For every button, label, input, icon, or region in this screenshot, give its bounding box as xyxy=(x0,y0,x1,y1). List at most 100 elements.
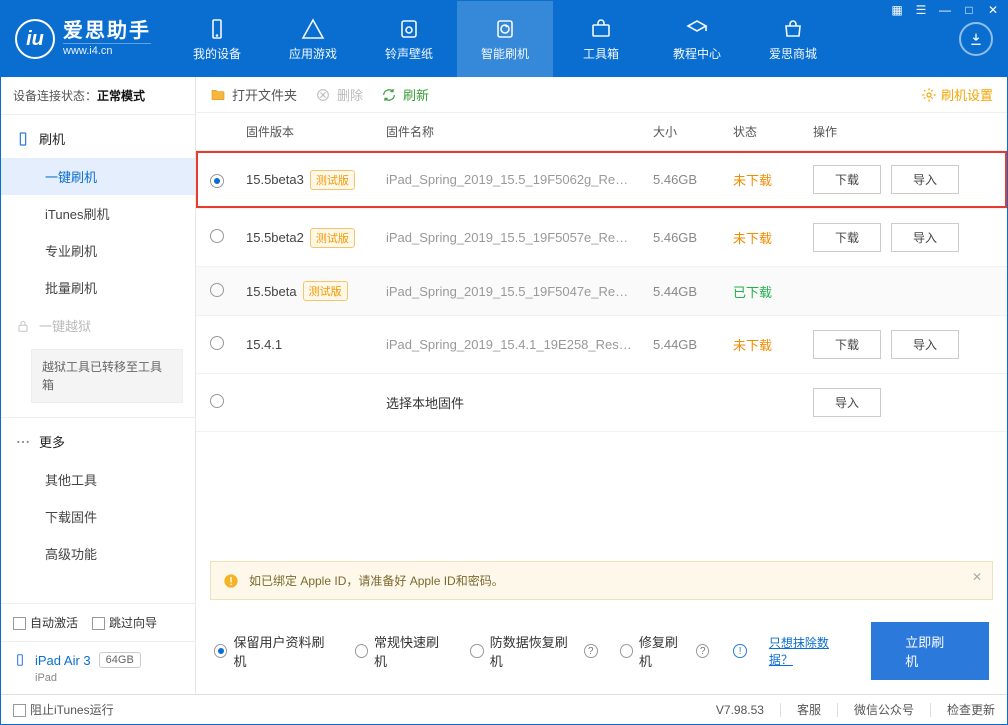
opt-repair[interactable]: 修复刷机? xyxy=(620,632,710,670)
sidebar-item-batch[interactable]: 批量刷机 xyxy=(1,269,195,306)
skip-guide-checkbox[interactable]: 跳过向导 xyxy=(92,614,157,631)
refresh-button[interactable]: 刷新 xyxy=(381,85,429,104)
info-icon[interactable]: ! xyxy=(733,644,746,658)
opt-anti[interactable]: 防数据恢复刷机? xyxy=(470,632,597,670)
nav-flash[interactable]: 智能刷机 xyxy=(457,1,553,77)
col-name: 固件名称 xyxy=(386,123,653,140)
sidebar-item-itunes[interactable]: iTunes刷机 xyxy=(1,195,195,232)
nav-device[interactable]: 我的设备 xyxy=(169,1,265,77)
check-update-link[interactable]: 检查更新 xyxy=(947,701,995,718)
flash-now-button[interactable]: 立即刷机 xyxy=(871,622,989,680)
beta-tag: 测试版 xyxy=(310,228,355,248)
sidebar-item-oneclick[interactable]: 一键刷机 xyxy=(1,158,195,195)
col-version: 固件版本 xyxy=(246,123,386,140)
wechat-link[interactable]: 微信公众号 xyxy=(854,701,914,718)
auto-activate-checkbox[interactable]: 自动激活 xyxy=(13,614,78,631)
col-op: 操作 xyxy=(813,123,993,140)
download-button[interactable]: 下载 xyxy=(813,330,881,359)
firmware-size: 5.46GB xyxy=(653,230,733,245)
sidebar-more-header[interactable]: 更多 xyxy=(1,422,195,461)
title-bar: iu 爱思助手 www.i4.cn 我的设备 应用游戏 铃声壁纸 智能刷机 工具 xyxy=(1,1,1007,77)
firmware-row[interactable]: 15.5beta2 测试版 iPad_Spring_2019_15.5_19F505… xyxy=(196,209,1007,267)
nav-store[interactable]: 爱思商城 xyxy=(745,1,841,77)
block-itunes-checkbox[interactable]: 阻止iTunes运行 xyxy=(13,701,114,718)
sidebar-bottom-options: 自动激活 跳过向导 xyxy=(1,603,195,641)
import-button[interactable]: 导入 xyxy=(891,165,959,194)
sidebar-item-tools[interactable]: 其他工具 xyxy=(1,461,195,498)
close-icon[interactable]: ✕ xyxy=(985,3,1001,17)
firmware-row[interactable]: 选择本地固件导入 xyxy=(196,374,1007,432)
alert-close-icon[interactable]: ✕ xyxy=(972,570,982,584)
row-radio[interactable] xyxy=(210,229,224,243)
min-icon[interactable]: — xyxy=(937,3,953,17)
menu-icon[interactable]: ☰ xyxy=(913,3,929,17)
window-controls: ▦ ☰ — □ ✕ xyxy=(889,3,1001,17)
firmware-status: 未下载 xyxy=(733,173,772,188)
flash-settings-button[interactable]: 刷机设置 xyxy=(921,85,993,104)
grid-icon[interactable]: ▦ xyxy=(889,3,905,17)
import-button[interactable]: 导入 xyxy=(891,223,959,252)
col-size: 大小 xyxy=(653,123,733,140)
download-button[interactable]: 下载 xyxy=(813,165,881,194)
jailbreak-note: 越狱工具已转移至工具箱 xyxy=(31,349,183,403)
download-manager-icon[interactable] xyxy=(959,22,993,56)
nav-toolbox[interactable]: 工具箱 xyxy=(553,1,649,77)
firmware-rows: 15.5beta3 测试版 iPad_Spring_2019_15.5_19F506… xyxy=(196,151,1007,432)
firmware-version: 15.5beta3 xyxy=(246,172,304,187)
import-button[interactable]: 导入 xyxy=(891,330,959,359)
opt-keep-data[interactable]: 保留用户资料刷机 xyxy=(214,632,333,670)
firmware-filename: iPad_Spring_2019_15.5_19F5057e_Restore.i… xyxy=(386,230,653,245)
app-name: 爱思助手 xyxy=(63,19,151,43)
firmware-size: 5.44GB xyxy=(653,284,733,299)
firmware-row[interactable]: 15.5beta3 测试版 iPad_Spring_2019_15.5_19F506… xyxy=(196,151,1007,209)
delete-button: 删除 xyxy=(315,85,363,104)
device-storage-badge: 64GB xyxy=(99,652,141,668)
help-icon[interactable]: ? xyxy=(584,644,597,658)
appleid-alert: 如已绑定 Apple ID，请准备好 Apple ID和密码。 ✕ xyxy=(210,561,993,600)
sidebar-flash-header[interactable]: 刷机 xyxy=(1,119,195,158)
beta-tag: 测试版 xyxy=(303,281,348,301)
table-header: 固件版本 固件名称 大小 状态 操作 xyxy=(196,113,1007,151)
sidebar: 设备连接状态：正常模式 刷机 一键刷机 iTunes刷机 专业刷机 批量刷机 一… xyxy=(1,77,196,694)
app-logo: iu 爱思助手 www.i4.cn xyxy=(1,19,169,59)
firmware-size: 5.44GB xyxy=(653,337,733,352)
max-icon[interactable]: □ xyxy=(961,3,977,17)
row-radio[interactable] xyxy=(210,336,224,350)
sidebar-item-download[interactable]: 下载固件 xyxy=(1,498,195,535)
flash-options: 保留用户资料刷机 常规快速刷机 防数据恢复刷机? 修复刷机? ! 只想抹除数据？… xyxy=(196,610,1007,694)
firmware-version: 15.5beta xyxy=(246,284,297,299)
connection-status: 设备连接状态：正常模式 xyxy=(1,77,195,115)
download-button[interactable]: 下载 xyxy=(813,223,881,252)
nav-apps[interactable]: 应用游戏 xyxy=(265,1,361,77)
firmware-status: 已下载 xyxy=(733,285,772,300)
open-folder-button[interactable]: 打开文件夹 xyxy=(210,85,297,104)
opt-normal[interactable]: 常规快速刷机 xyxy=(355,632,449,670)
import-button[interactable]: 导入 xyxy=(813,388,881,417)
beta-tag: 测试版 xyxy=(310,170,355,190)
erase-link[interactable]: 只想抹除数据？ xyxy=(769,634,849,668)
col-status: 状态 xyxy=(733,123,813,140)
sidebar-jailbreak-header: 一键越狱 xyxy=(1,306,195,345)
customer-service-link[interactable]: 客服 xyxy=(797,701,821,718)
firmware-size: 5.46GB xyxy=(653,172,733,187)
firmware-row[interactable]: 15.5beta 测试版 iPad_Spring_2019_15.5_19F5047… xyxy=(196,267,1007,316)
logo-icon: iu xyxy=(15,19,55,59)
row-radio[interactable] xyxy=(210,174,224,188)
firmware-row[interactable]: 15.4.1iPad_Spring_2019_15.4.1_19E258_Res… xyxy=(196,316,1007,374)
firmware-filename: iPad_Spring_2019_15.4.1_19E258_Restore.i… xyxy=(386,337,653,352)
firmware-filename: iPad_Spring_2019_15.5_19F5062g_Restore.i… xyxy=(386,172,653,187)
device-panel[interactable]: iPad Air 3 64GB iPad xyxy=(1,641,195,694)
firmware-status: 未下载 xyxy=(733,231,772,246)
nav-tutorial[interactable]: 教程中心 xyxy=(649,1,745,77)
app-domain: www.i4.cn xyxy=(63,43,151,58)
row-radio[interactable] xyxy=(210,394,224,408)
help-icon[interactable]: ? xyxy=(696,644,709,658)
firmware-version: 15.5beta2 xyxy=(246,230,304,245)
firmware-status: 未下载 xyxy=(733,338,772,353)
device-name: iPad Air 3 xyxy=(35,653,91,668)
nav-ring[interactable]: 铃声壁纸 xyxy=(361,1,457,77)
sidebar-item-pro[interactable]: 专业刷机 xyxy=(1,232,195,269)
sidebar-item-advanced[interactable]: 高级功能 xyxy=(1,535,195,572)
firmware-filename: iPad_Spring_2019_15.5_19F5047e_Restore.i… xyxy=(386,284,653,299)
row-radio[interactable] xyxy=(210,283,224,297)
